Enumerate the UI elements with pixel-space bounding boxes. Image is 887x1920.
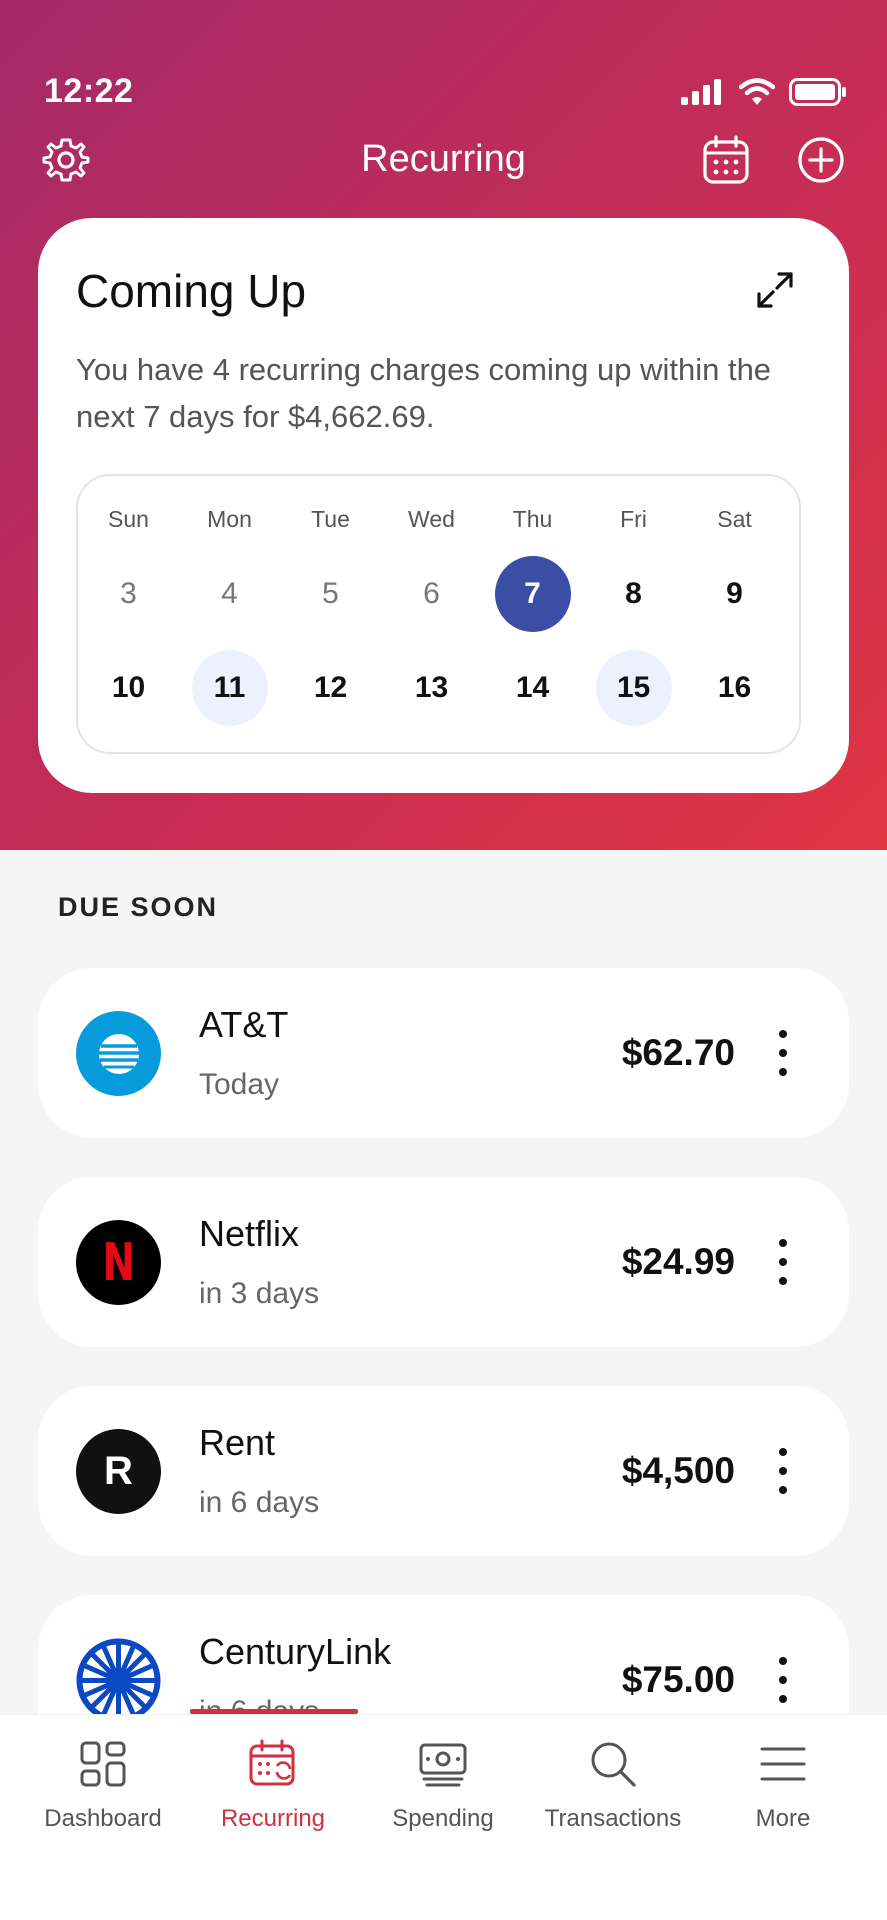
tab-label: Recurring xyxy=(220,1805,326,1832)
dashboard-icon xyxy=(80,1741,126,1787)
week-row-1: 3 4 5 6 7 8 9 xyxy=(78,556,803,632)
calendar-day[interactable]: 4 xyxy=(192,556,268,632)
bill-item[interactable]: N Netflix in 3 days $24.99 xyxy=(38,1177,849,1347)
att-icon xyxy=(76,1011,161,1096)
active-tab-indicator xyxy=(190,1709,358,1714)
status-icons xyxy=(681,78,847,106)
calendar-day[interactable]: 6 xyxy=(394,556,470,632)
calendar-day-due[interactable]: 11 xyxy=(191,650,268,726)
more-options-icon[interactable] xyxy=(773,1030,793,1076)
bill-amount: $24.99 xyxy=(621,1241,735,1282)
calendar-day[interactable]: 9 xyxy=(697,556,773,632)
tab-label: Dashboard xyxy=(44,1805,162,1832)
bottom-tab-bar: Dashboard Recurring Spending Transaction… xyxy=(0,1709,887,1920)
week-row-2: 10 11 12 13 14 15 16 xyxy=(78,650,803,726)
battery-icon xyxy=(789,78,846,106)
weekday-row: Sun Mon Tue Wed Thu Fri Sat xyxy=(78,502,803,536)
add-button[interactable] xyxy=(791,130,851,190)
calendar-day[interactable]: 13 xyxy=(394,650,470,726)
week-calendar: Sun Mon Tue Wed Thu Fri Sat 3 4 5 6 7 8 … xyxy=(76,474,801,754)
menu-icon xyxy=(760,1747,806,1781)
bill-name: Rent xyxy=(199,1422,276,1463)
bill-amount: $75.00 xyxy=(621,1659,735,1700)
tab-recurring[interactable]: Recurring xyxy=(188,1715,358,1845)
tab-transactions[interactable]: Transactions xyxy=(528,1715,698,1845)
netflix-logo-letter: N xyxy=(102,1232,135,1293)
money-icon xyxy=(419,1743,467,1787)
calendar-day[interactable]: 16 xyxy=(697,650,773,726)
tab-dashboard[interactable]: Dashboard xyxy=(18,1715,188,1845)
bill-name: Netflix xyxy=(199,1213,300,1254)
bill-due-date: in 6 days xyxy=(199,1486,320,1519)
calendar-day[interactable]: 5 xyxy=(293,556,369,632)
section-label-due-soon: DUE SOON xyxy=(58,892,219,922)
calendar-day[interactable]: 8 xyxy=(596,556,672,632)
bill-name: CenturyLink xyxy=(199,1631,392,1672)
bill-amount: $62.70 xyxy=(621,1032,735,1073)
calendar-day[interactable]: 14 xyxy=(495,650,571,726)
bill-amount: $4,500 xyxy=(621,1450,735,1491)
weekday-label: Thu xyxy=(512,505,553,532)
bill-item[interactable]: R Rent in 6 days $4,500 xyxy=(38,1386,849,1556)
calendar-day-due[interactable]: 15 xyxy=(595,650,672,726)
avatar-initial: R xyxy=(104,1449,133,1493)
weekday-label: Tue xyxy=(311,505,350,532)
signal-icon xyxy=(681,79,721,105)
calendar-day[interactable]: 12 xyxy=(293,650,369,726)
weekday-label: Sun xyxy=(108,505,149,532)
more-options-icon[interactable] xyxy=(773,1448,793,1494)
plus-circle-icon xyxy=(798,137,844,183)
tab-label: Spending xyxy=(392,1805,494,1832)
tab-label: Transactions xyxy=(544,1805,682,1832)
letter-avatar: R xyxy=(76,1429,161,1514)
expand-button[interactable] xyxy=(753,268,797,312)
status-bar: 12:22 xyxy=(0,0,887,130)
top-bar: Recurring xyxy=(0,130,887,190)
coming-up-title: Coming Up xyxy=(76,265,307,317)
expand-icon xyxy=(757,272,793,308)
search-icon xyxy=(591,1742,636,1787)
weekday-label: Sat xyxy=(717,505,752,532)
bill-item[interactable]: AT&T Today $62.70 xyxy=(38,968,849,1138)
calendar-icon xyxy=(703,135,749,184)
tab-more[interactable]: More xyxy=(698,1715,868,1845)
coming-up-card[interactable]: Coming Up You have 4 recurring charges c… xyxy=(38,218,849,793)
bill-due-date: Today xyxy=(199,1068,280,1101)
more-options-icon[interactable] xyxy=(773,1239,793,1285)
bill-due-date: in 3 days xyxy=(199,1277,320,1310)
more-options-icon[interactable] xyxy=(773,1657,793,1703)
weekday-label: Wed xyxy=(408,505,455,532)
calendar-day[interactable]: 3 xyxy=(91,556,167,632)
netflix-icon: N xyxy=(76,1220,161,1305)
weekday-label: Fri xyxy=(620,505,647,532)
calendar-day[interactable]: 10 xyxy=(91,650,167,726)
calendar-button[interactable] xyxy=(696,130,756,190)
centurylink-icon xyxy=(76,1638,161,1723)
tab-label: More xyxy=(755,1805,811,1832)
tab-spending[interactable]: Spending xyxy=(358,1715,528,1845)
coming-up-description: You have 4 recurring charges coming up w… xyxy=(76,352,772,434)
calendar-day-today[interactable]: 7 xyxy=(494,556,571,632)
recurring-calendar-icon xyxy=(249,1739,295,1786)
bill-name: AT&T xyxy=(199,1004,289,1045)
status-time: 12:22 xyxy=(44,72,134,110)
wifi-icon xyxy=(739,78,775,105)
weekday-label: Mon xyxy=(207,505,252,532)
